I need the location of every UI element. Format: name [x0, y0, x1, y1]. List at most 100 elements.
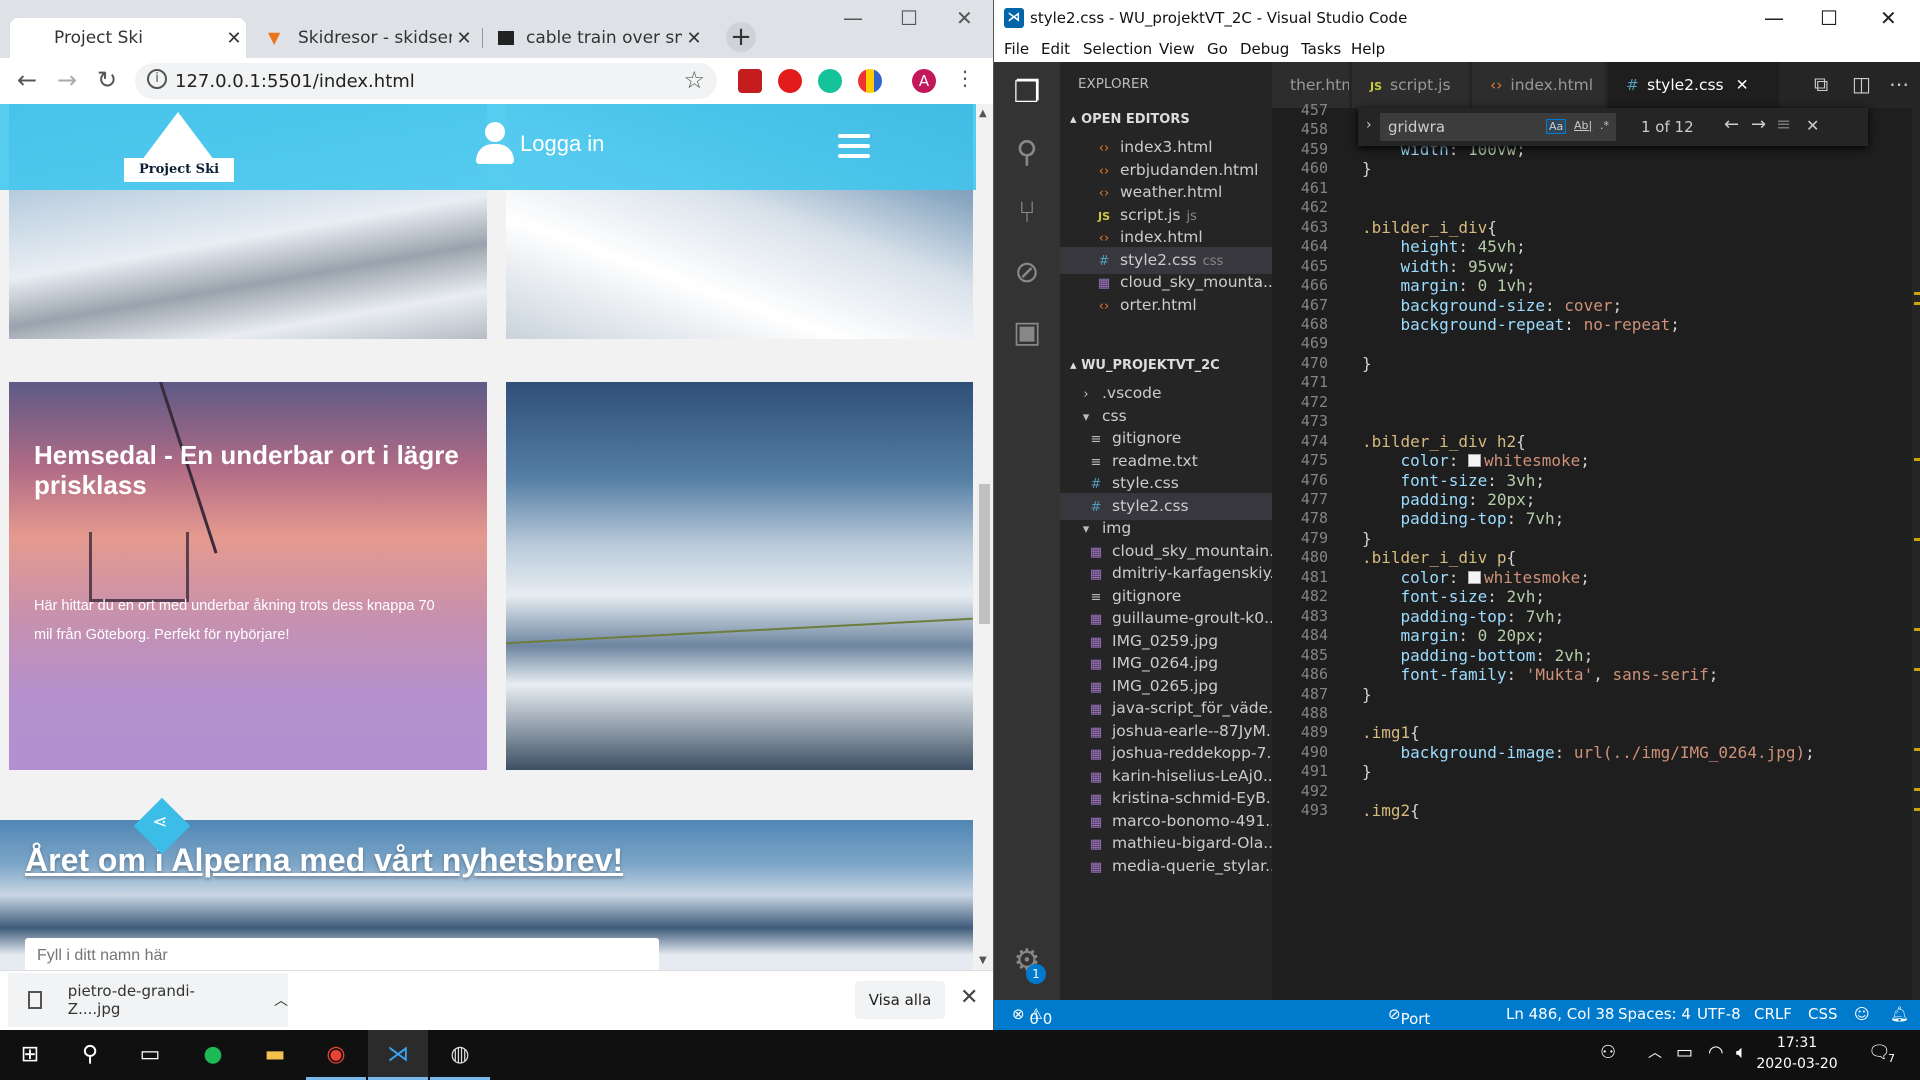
close-icon[interactable]: ✕: [1736, 76, 1749, 94]
menu-file[interactable]: File: [1004, 40, 1029, 58]
code-line[interactable]: color: whitesmoke;: [1362, 451, 1590, 470]
wifi-icon[interactable]: ◠: [1708, 1042, 1724, 1063]
chrome-tab-cable-train[interactable]: cable train over snowy ✕: [484, 18, 706, 58]
login-link[interactable]: Logga in: [476, 122, 604, 166]
close-icon[interactable]: ✕: [682, 28, 706, 49]
close-window-icon[interactable]: ✕: [956, 6, 973, 30]
back-arrow-icon[interactable]: ←: [12, 66, 42, 94]
name-input[interactable]: [25, 938, 659, 970]
address-bar[interactable]: i 127.0.0.1:5501/index.html ☆: [135, 63, 717, 99]
editor-tab[interactable]: # style2.css ✕: [1608, 62, 1780, 108]
pdf-extension-icon[interactable]: [738, 69, 762, 93]
close-window-icon[interactable]: ✕: [1880, 6, 1897, 30]
search-icon[interactable]: ⚲: [60, 1030, 120, 1080]
chrome-icon[interactable]: ◉: [306, 1030, 366, 1080]
code-line[interactable]: .img1{: [1362, 723, 1420, 742]
minimize-icon[interactable]: —: [1764, 6, 1784, 30]
menu-kebab-icon[interactable]: ⋮: [950, 66, 980, 90]
file-explorer-icon[interactable]: ▬: [245, 1030, 305, 1080]
code-line[interactable]: .bilder_i_div{: [1362, 218, 1497, 237]
code-line[interactable]: }: [1362, 685, 1372, 704]
code-editor[interactable]: 457 458 459 460 461 462 463 464 465 466 467 468 469 4…: [1272, 101, 1920, 1000]
code-line[interactable]: width: 95vw;: [1362, 257, 1517, 276]
split-editor-icon[interactable]: ◫: [1852, 72, 1871, 96]
code-line[interactable]: .bilder_i_div h2{: [1362, 432, 1526, 451]
indentation[interactable]: Spaces: 4: [1618, 1005, 1691, 1023]
explorer-icon[interactable]: ❐: [1008, 74, 1046, 112]
chrome-tab-skidresor[interactable]: ▼ Skidresor - skidsemeste ✕: [254, 18, 476, 58]
people-icon[interactable]: ⚇: [1600, 1042, 1616, 1063]
minimize-icon[interactable]: —: [843, 6, 863, 30]
debug-icon[interactable]: ⊘: [1008, 254, 1046, 292]
code-line[interactable]: padding-bottom: 2vh;: [1362, 646, 1594, 665]
cursor-position[interactable]: Ln 486, Col 38: [1506, 1005, 1614, 1023]
project-section[interactable]: ▴ WU_PROJEKTVT_2C: [1060, 353, 1272, 379]
download-item[interactable]: pietro-de-grandi-Z....jpg ︿: [8, 973, 288, 1027]
code-line[interactable]: }: [1362, 529, 1372, 548]
maximize-icon[interactable]: ☐: [1820, 6, 1838, 30]
steam-icon[interactable]: ◍: [430, 1030, 490, 1080]
code-line[interactable]: background-repeat: no-repeat;: [1362, 315, 1680, 334]
info-icon[interactable]: i: [147, 69, 167, 89]
hamburger-menu-icon[interactable]: [838, 134, 870, 164]
menu-view[interactable]: View: [1159, 40, 1195, 58]
menu-go[interactable]: Go: [1207, 40, 1228, 58]
chrome-tab-project-ski[interactable]: Project Ski ✕: [10, 18, 246, 58]
search-icon[interactable]: ⚲: [1008, 134, 1046, 172]
code-line[interactable]: background-size: cover;: [1362, 296, 1623, 315]
task-view-icon[interactable]: ▭: [120, 1030, 180, 1080]
overview-ruler[interactable]: [1912, 108, 1920, 1000]
find-in-selection-icon[interactable]: ≡: [1776, 114, 1791, 135]
chevron-up-icon[interactable]: ︿: [1648, 1042, 1662, 1062]
code-line[interactable]: padding: 20px;: [1362, 490, 1536, 509]
windows-start-icon[interactable]: ⊞: [0, 1030, 60, 1080]
system-clock[interactable]: 17:31 2020-03-20: [1752, 1033, 1842, 1075]
menu-selection[interactable]: Selection: [1083, 40, 1152, 58]
code-line[interactable]: .img2{: [1362, 801, 1420, 820]
menu-help[interactable]: Help: [1351, 40, 1385, 58]
open-editors-section[interactable]: ▴ OPEN EDITORS: [1060, 107, 1272, 133]
code-line[interactable]: padding-top: 7vh;: [1362, 607, 1565, 626]
code-line[interactable]: font-size: 2vh;: [1362, 587, 1546, 606]
line-ending[interactable]: CRLF: [1754, 1005, 1792, 1023]
grammarly-extension-icon[interactable]: [818, 69, 842, 93]
editor-tab[interactable]: ‹› index.html: [1472, 62, 1606, 108]
page-scrollbar[interactable]: ▲ ▼: [976, 104, 993, 970]
vscode-icon[interactable]: ⋊: [368, 1030, 428, 1080]
battery-icon[interactable]: ▭: [1676, 1042, 1693, 1063]
code-line[interactable]: font-size: 3vh;: [1362, 471, 1546, 490]
whole-word-icon[interactable]: Ab|: [1574, 119, 1592, 132]
volume-icon[interactable]: 🔈︎: [1736, 1042, 1747, 1063]
bookmark-star-icon[interactable]: ☆: [683, 66, 705, 94]
language-mode[interactable]: CSS: [1808, 1005, 1838, 1023]
scroll-thumb[interactable]: [979, 484, 990, 624]
open-changes-icon[interactable]: ⧉: [1814, 72, 1828, 96]
color-swatch[interactable]: [1467, 454, 1481, 468]
editor-tab[interactable]: JS script.js: [1352, 62, 1470, 108]
tree-file[interactable]: ▦ media-querie_stylar...: [1060, 853, 1272, 880]
forward-arrow-icon[interactable]: →: [52, 66, 82, 94]
adblock-extension-icon[interactable]: [778, 69, 802, 93]
profile-avatar[interactable]: A: [912, 69, 936, 93]
regex-icon[interactable]: .*: [1600, 119, 1609, 132]
code-line[interactable]: margin: 0 1vh;: [1362, 276, 1536, 295]
source-control-icon[interactable]: ⑂: [1008, 194, 1046, 232]
spotify-icon[interactable]: ●: [183, 1030, 243, 1080]
code-line[interactable]: background-image: url(../img/IMG_0264.jp…: [1362, 743, 1815, 762]
chevron-up-icon[interactable]: ︿: [274, 990, 288, 1010]
code-line[interactable]: }: [1362, 354, 1372, 373]
code-line[interactable]: }: [1362, 762, 1372, 781]
toggle-replace-icon[interactable]: ›: [1366, 117, 1372, 133]
menu-tasks[interactable]: Tasks: [1301, 40, 1341, 58]
reload-icon[interactable]: ↻: [92, 66, 122, 94]
alps-card[interactable]: [506, 382, 973, 770]
live-server-port[interactable]: ⊘ Port : 5501: [1388, 1005, 1430, 1030]
code-line[interactable]: .bilder_i_div p{: [1362, 548, 1516, 567]
scroll-down-icon[interactable]: ▼: [979, 955, 987, 966]
open-editor-item[interactable]: ‹› orter.html: [1060, 292, 1272, 319]
extension-icon[interactable]: [858, 69, 882, 93]
next-match-icon[interactable]: →: [1751, 114, 1766, 135]
code-line[interactable]: }: [1362, 159, 1372, 178]
code-line[interactable]: margin: 0 20px;: [1362, 626, 1546, 645]
match-case-icon[interactable]: Aa: [1546, 119, 1567, 134]
